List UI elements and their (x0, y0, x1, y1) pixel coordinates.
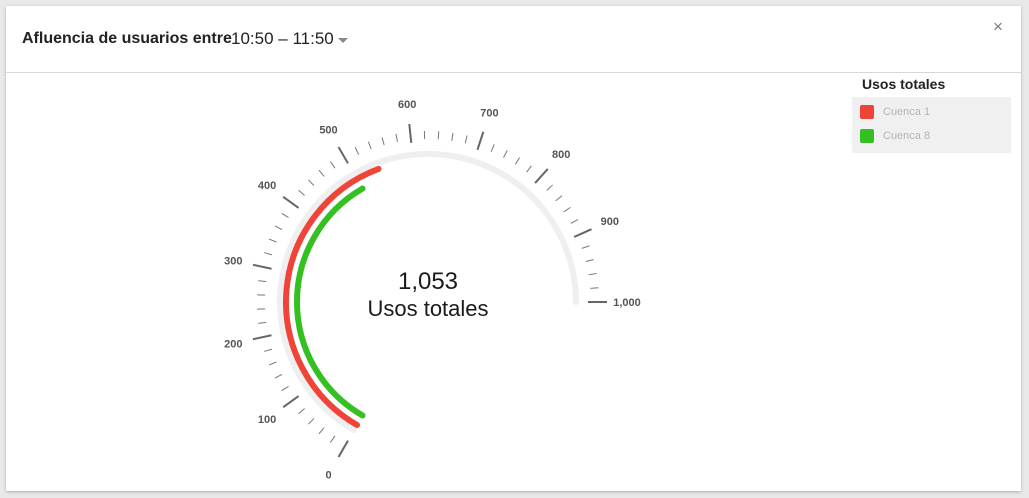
minor-tick (570, 219, 579, 224)
legend-title: Usos totales (862, 76, 946, 92)
legend-swatch-cuenca-8 (860, 129, 874, 143)
legend-label: Cuenca 8 (883, 130, 931, 142)
minor-tick (585, 258, 594, 262)
minor-tick (590, 287, 599, 289)
minor-tick (503, 150, 508, 158)
major-tick (573, 228, 592, 238)
minor-tick (514, 157, 521, 165)
minor-tick (274, 225, 283, 230)
minor-tick (281, 212, 289, 218)
major-tick (408, 123, 413, 143)
minor-tick (329, 435, 336, 443)
legend: Cuenca 1 Cuenca 8 (852, 97, 1011, 153)
minor-tick (581, 245, 590, 249)
major-tick (534, 168, 549, 184)
gauge-chart: 01002003004005006007008009001,000 1,053 … (224, 99, 641, 481)
card-title: Afluencia de usuarios entre (22, 30, 232, 47)
minor-tick (258, 280, 267, 283)
tick-label: 1,000 (613, 297, 641, 309)
minor-tick (437, 131, 440, 140)
major-tick (337, 440, 349, 458)
minor-tick (395, 133, 398, 142)
chevron-down-icon[interactable] (338, 38, 348, 43)
minor-tick (563, 206, 571, 213)
minor-tick (298, 189, 305, 196)
minor-tick (268, 361, 277, 366)
tick-label: 600 (398, 99, 416, 111)
minor-tick (381, 137, 385, 146)
tick-label: 300 (224, 256, 242, 268)
tick-label: 0 (325, 469, 331, 481)
major-tick (337, 146, 349, 164)
minor-tick (298, 408, 305, 415)
card-header: Afluencia de usuarios entre 10:50 – 11:5… (6, 6, 1021, 73)
tick-label: 700 (480, 108, 498, 120)
minor-tick (329, 161, 336, 169)
minor-tick (367, 141, 372, 150)
minor-tick (555, 195, 563, 202)
minor-tick (490, 144, 495, 152)
tick-label: 200 (224, 338, 242, 350)
tick-label: 500 (319, 125, 337, 137)
minor-tick (274, 374, 283, 379)
gauge-center-label: Usos totales (367, 296, 488, 321)
dashboard-card: Afluencia de usuarios entre 10:50 – 11:5… (6, 6, 1021, 491)
minor-tick (281, 386, 289, 392)
minor-tick (268, 238, 277, 243)
legend-label: Cuenca 1 (883, 106, 931, 118)
major-tick (282, 395, 300, 409)
major-tick (252, 263, 272, 270)
major-tick (282, 195, 300, 209)
minor-tick (451, 132, 454, 141)
minor-tick (258, 321, 267, 324)
minor-tick (464, 135, 468, 144)
minor-tick (264, 252, 273, 256)
minor-tick (354, 147, 360, 155)
major-tick (476, 131, 485, 151)
tick-label: 400 (258, 180, 276, 192)
minor-tick (318, 427, 325, 435)
tick-label: 100 (258, 414, 276, 426)
minor-tick (526, 165, 532, 173)
minor-tick (546, 184, 553, 191)
legend-swatch-cuenca-1 (860, 105, 874, 119)
minor-tick (308, 179, 315, 186)
gauge-center-value: 1,053 (398, 268, 458, 295)
minor-tick (318, 169, 325, 177)
tick-label: 800 (552, 149, 570, 161)
tick-label: 900 (601, 216, 619, 228)
minor-tick (308, 418, 315, 425)
major-tick (252, 334, 272, 341)
close-icon[interactable]: × (993, 18, 1003, 36)
minor-tick (588, 272, 597, 276)
time-range-select[interactable]: 10:50 – 11:50 (231, 29, 334, 49)
minor-tick (264, 348, 273, 352)
